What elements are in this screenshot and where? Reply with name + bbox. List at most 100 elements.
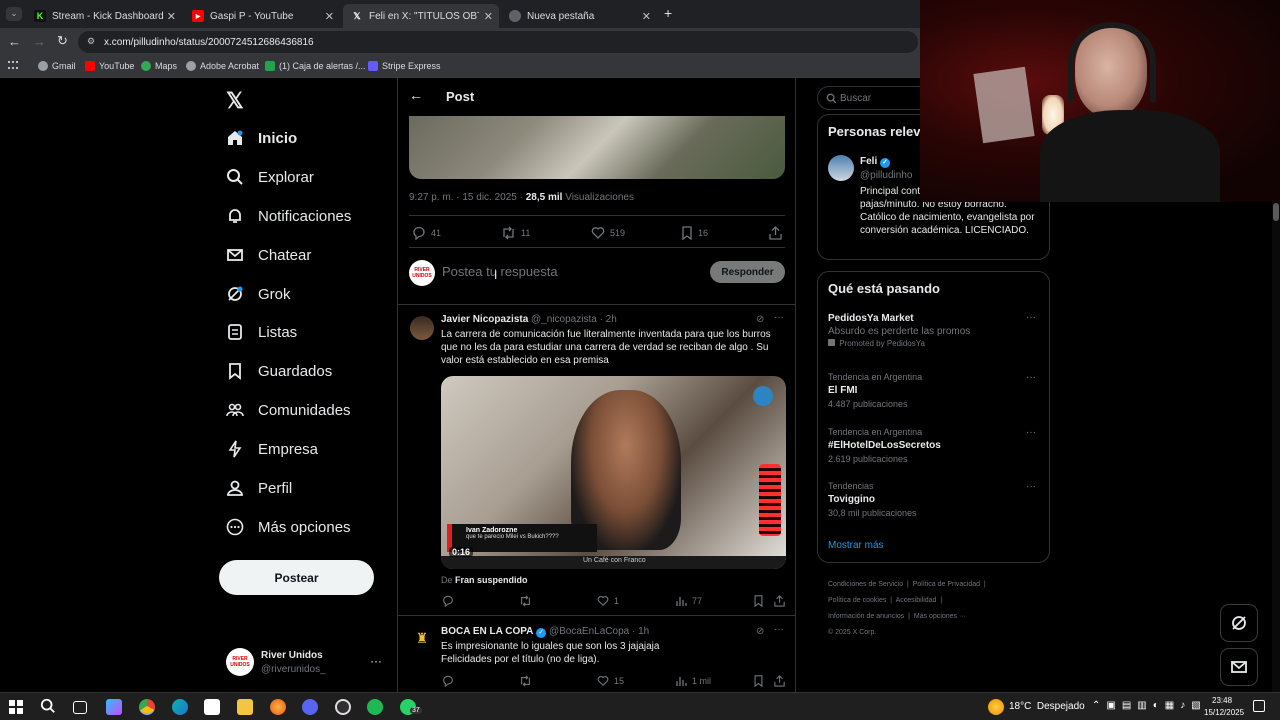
file-explorer-icon[interactable] bbox=[237, 699, 253, 715]
reply-author-handle[interactable]: @BocaEnLaCopa · 1h bbox=[549, 626, 649, 637]
views-action[interactable]: 1 mil bbox=[675, 675, 711, 687]
bookmark-stripe[interactable]: Stripe Express bbox=[368, 61, 441, 71]
footer-link[interactable]: Accesibilidad bbox=[896, 597, 937, 604]
x-logo-icon[interactable]: 𝕏 bbox=[226, 88, 244, 114]
tab-youtube[interactable]: ▶ Gaspi P - YouTube ✕ bbox=[184, 4, 340, 28]
more-dots-icon[interactable]: ··· bbox=[1026, 372, 1036, 383]
task-view-icon[interactable] bbox=[73, 701, 87, 714]
more-dots-icon[interactable]: ··· bbox=[370, 654, 382, 668]
footer-link[interactable]: Información de anuncios bbox=[828, 613, 904, 620]
reply-author-name[interactable]: BOCA EN LA COPA bbox=[441, 626, 533, 637]
notifications-icon[interactable] bbox=[1253, 700, 1265, 712]
new-tab-button[interactable]: + bbox=[664, 5, 672, 21]
nav-business[interactable]: Empresa bbox=[226, 440, 318, 458]
reply-avatar[interactable] bbox=[410, 316, 434, 340]
show-more-link[interactable]: Mostrar más bbox=[828, 540, 884, 551]
nav-grok[interactable]: Grok bbox=[226, 285, 291, 303]
like-action[interactable]: 519 bbox=[591, 226, 625, 240]
bookmark-gmail[interactable]: Gmail bbox=[38, 61, 76, 71]
person-name-row[interactable]: Feli ✓ bbox=[860, 156, 891, 168]
close-tab-icon[interactable]: ✕ bbox=[325, 10, 334, 23]
reply-button[interactable]: Responder bbox=[710, 261, 785, 283]
bookmark-action[interactable] bbox=[753, 675, 769, 687]
more-dots-icon[interactable]: ··· bbox=[1026, 312, 1036, 323]
reply-action[interactable]: 41 bbox=[412, 226, 441, 240]
trend-item[interactable]: PedidosYa Market Absurdo es perderte las… bbox=[828, 313, 1038, 348]
person-handle[interactable]: @pilludinho bbox=[860, 170, 912, 181]
trend-item[interactable]: Tendencia en Argentina #ElHotelDeLosSecr… bbox=[828, 427, 1028, 464]
post-image[interactable] bbox=[409, 116, 785, 179]
tab-new[interactable]: Nueva pestaña ✕ bbox=[501, 4, 657, 28]
share-action[interactable] bbox=[769, 226, 787, 240]
nav-home[interactable]: Inicio bbox=[226, 129, 297, 147]
site-info-icon[interactable]: ⚙ bbox=[87, 36, 95, 47]
trend-item[interactable]: Tendencia en Argentina El FMI 4.487 publ… bbox=[828, 372, 1028, 409]
bookmark-maps[interactable]: Maps bbox=[141, 61, 177, 71]
nav-explore[interactable]: Explorar bbox=[226, 168, 314, 186]
reply-action[interactable] bbox=[442, 675, 459, 687]
scrollbar-thumb[interactable] bbox=[1273, 203, 1279, 221]
edge-icon[interactable] bbox=[172, 699, 188, 715]
firefox-icon[interactable] bbox=[270, 699, 286, 715]
weather-text[interactable]: 18°C Despejado bbox=[1009, 701, 1085, 712]
grok-icon[interactable]: ⊘ bbox=[756, 626, 764, 637]
avatar[interactable] bbox=[828, 155, 854, 181]
more-dots-icon[interactable]: ··· bbox=[774, 312, 784, 323]
spotify-icon[interactable] bbox=[367, 699, 383, 715]
footer-link[interactable]: Política de cookies bbox=[828, 597, 886, 604]
bookmark-youtube[interactable]: YouTube bbox=[85, 61, 134, 71]
close-tab-icon[interactable]: ✕ bbox=[642, 10, 651, 23]
more-dots-icon[interactable]: ··· bbox=[1026, 481, 1036, 492]
nav-chat[interactable]: Chatear bbox=[226, 246, 311, 264]
like-action[interactable]: 15 bbox=[597, 675, 624, 687]
bookmark-adobe[interactable]: Adobe Acrobat bbox=[186, 61, 259, 71]
more-dots-icon[interactable]: ··· bbox=[1026, 427, 1036, 438]
discord-icon[interactable] bbox=[302, 699, 318, 715]
footer-link[interactable]: Condiciones de Servicio bbox=[828, 581, 903, 588]
clock-date[interactable]: 15/12/2025 bbox=[1204, 708, 1244, 717]
copilot-icon[interactable] bbox=[106, 699, 122, 715]
video-source[interactable]: De Fran suspendido bbox=[441, 575, 528, 585]
nav-more-options[interactable]: Más opciones bbox=[226, 518, 351, 536]
nav-communities[interactable]: Comunidades bbox=[226, 401, 351, 419]
repost-action[interactable] bbox=[519, 675, 537, 687]
nav-notifications[interactable]: Notificaciones bbox=[226, 207, 351, 225]
reply-action[interactable] bbox=[442, 595, 459, 607]
like-action[interactable]: 1 bbox=[597, 595, 619, 607]
reply-video[interactable]: Ivan Zadorozne que te parecio Milei vs B… bbox=[441, 376, 786, 569]
close-tab-icon[interactable]: ✕ bbox=[484, 10, 493, 23]
views-action[interactable]: 77 bbox=[675, 595, 702, 607]
weather-icon[interactable] bbox=[988, 699, 1004, 715]
back-arrow-icon[interactable]: ← bbox=[409, 87, 423, 103]
account-switcher[interactable]: RIVER UNIDOS River Unidos @riverunidos_ … bbox=[226, 648, 386, 680]
share-action[interactable] bbox=[774, 675, 790, 687]
system-tray-icons[interactable]: ⌃▣▤▥◐▦♪▧ bbox=[1092, 700, 1207, 711]
more-dots-icon[interactable]: ··· bbox=[774, 624, 784, 635]
clock-time[interactable]: 23:48 bbox=[1212, 696, 1232, 705]
trend-item[interactable]: Tendencias Toviggino 30,8 mil publicacio… bbox=[828, 481, 1028, 518]
reply-input[interactable]: Postea tu respuesta bbox=[442, 264, 682, 279]
forward-icon[interactable]: → bbox=[33, 34, 46, 49]
reply-author-name[interactable]: Javier Nicopazista bbox=[441, 314, 528, 325]
grok-icon[interactable]: ⊘ bbox=[756, 314, 764, 325]
nav-profile[interactable]: Perfil bbox=[226, 479, 292, 497]
bookmark-alerts[interactable]: (1) Caja de alertas /... bbox=[265, 61, 366, 71]
reply-author-handle[interactable]: @_nicopazista · 2h bbox=[531, 314, 617, 325]
nav-lists[interactable]: Listas bbox=[226, 323, 297, 341]
back-icon[interactable]: ← bbox=[8, 34, 21, 49]
footer-link[interactable]: Política de Privacidad bbox=[913, 581, 980, 588]
repost-action[interactable] bbox=[519, 595, 537, 607]
search-icon[interactable] bbox=[40, 698, 56, 719]
obs-icon[interactable] bbox=[335, 699, 351, 715]
grok-float-button[interactable] bbox=[1220, 604, 1258, 642]
apps-icon[interactable] bbox=[8, 61, 18, 71]
share-action[interactable] bbox=[774, 595, 790, 607]
store-icon[interactable] bbox=[204, 699, 220, 715]
messages-float-button[interactable] bbox=[1220, 648, 1258, 686]
tab-search-button[interactable]: ⌄ bbox=[6, 7, 22, 21]
bookmark-action[interactable]: 16 bbox=[681, 226, 708, 240]
reply-avatar[interactable]: ♜ bbox=[410, 626, 434, 650]
repost-action[interactable]: 11 bbox=[501, 226, 530, 240]
url-bar[interactable]: ⚙ x.com/pilludinho/status/20007245126864… bbox=[78, 31, 918, 53]
chrome-icon[interactable] bbox=[139, 699, 155, 715]
